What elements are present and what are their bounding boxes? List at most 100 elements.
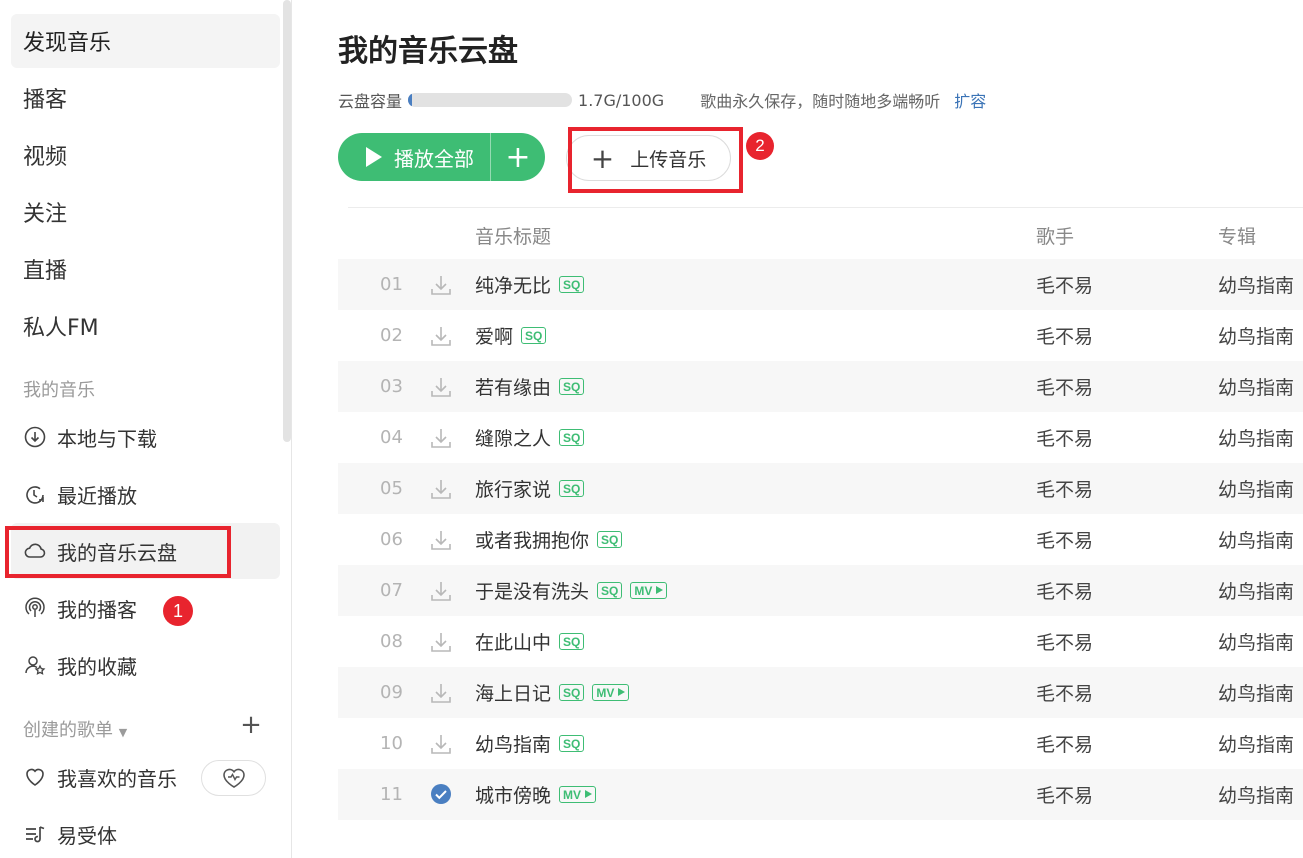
add-all-to-queue-button[interactable]: +	[491, 140, 545, 175]
download-icon[interactable]	[430, 426, 452, 450]
song-artist[interactable]: 毛不易	[1036, 679, 1093, 706]
song-album[interactable]: 幼鸟指南	[1218, 577, 1294, 604]
song-album[interactable]: 幼鸟指南	[1218, 475, 1294, 502]
track-number: 06	[380, 529, 403, 550]
sq-badge: SQ	[559, 480, 585, 497]
heart-mode-button[interactable]	[201, 760, 266, 796]
song-list: 01 纯净无比 SQ 毛不易 幼鸟指南 02 爱啊 SQ 毛不易 幼鸟指南 03 若有缘由 SQ 毛不易幼…	[338, 259, 1303, 820]
header-artist[interactable]: 歌手	[1036, 222, 1074, 249]
download-icon[interactable]	[430, 273, 452, 297]
sidebar-item-label: 本地与下载	[57, 426, 157, 451]
play-icon	[366, 147, 382, 167]
sidebar-item-live[interactable]: 直播	[11, 242, 280, 296]
download-icon[interactable]	[430, 681, 452, 705]
table-row[interactable]: 04 缝隙之人 SQ 毛不易 幼鸟指南	[338, 412, 1303, 463]
table-row[interactable]: 08 在此山中 SQ 毛不易 幼鸟指南	[338, 616, 1303, 667]
table-row[interactable]: 05 旅行家说 SQ 毛不易 幼鸟指南	[338, 463, 1303, 514]
sq-badge: SQ	[559, 429, 585, 446]
song-title-text: 若有缘由	[475, 377, 552, 399]
song-title-text: 纯净无比	[475, 275, 552, 297]
download-icon[interactable]	[430, 630, 452, 654]
song-artist[interactable]: 毛不易	[1036, 424, 1093, 451]
sidebar-item-recent[interactable]: 最近播放	[11, 466, 280, 522]
song-artist[interactable]: 毛不易	[1036, 271, 1093, 298]
sidebar-item-label: 易受体	[57, 823, 117, 848]
create-playlist-button[interactable]: +	[240, 712, 262, 738]
track-number: 05	[380, 478, 403, 499]
track-number: 11	[380, 784, 403, 805]
sq-badge: SQ	[559, 378, 585, 395]
song-title[interactable]: 于是没有洗头 SQ MV	[475, 577, 668, 604]
download-icon[interactable]	[430, 324, 452, 348]
header-album[interactable]: 专辑	[1218, 222, 1256, 249]
song-title[interactable]: 缝隙之人 SQ	[475, 424, 585, 451]
sidebar-item-fm[interactable]: 私人FM	[11, 299, 280, 353]
song-title[interactable]: 若有缘由 SQ	[475, 373, 585, 400]
sidebar-item-discover[interactable]: 发现音乐	[11, 14, 280, 68]
song-title[interactable]: 纯净无比 SQ	[475, 271, 585, 298]
play-all-button[interactable]: 播放全部	[338, 133, 491, 181]
mv-badge[interactable]: MV	[592, 684, 630, 701]
song-album[interactable]: 幼鸟指南	[1218, 679, 1294, 706]
song-album[interactable]: 幼鸟指南	[1218, 781, 1294, 808]
download-icon[interactable]	[430, 732, 452, 756]
sidebar-item-collection[interactable]: 我的收藏	[11, 637, 280, 693]
track-number: 01	[380, 274, 403, 295]
download-icon[interactable]	[430, 528, 452, 552]
capacity-bar-fill	[408, 93, 413, 107]
sidebar-item-label: 视频	[23, 145, 68, 170]
annotation-box-upload	[568, 127, 743, 193]
song-artist[interactable]: 毛不易	[1036, 781, 1093, 808]
downloaded-check-icon[interactable]	[430, 783, 452, 807]
song-title[interactable]: 或者我拥抱你 SQ	[475, 526, 623, 553]
download-icon[interactable]	[430, 579, 452, 603]
song-artist[interactable]: 毛不易	[1036, 577, 1093, 604]
track-number: 09	[380, 682, 403, 703]
sq-badge: SQ	[559, 276, 585, 293]
download-icon[interactable]	[430, 477, 452, 501]
download-icon[interactable]	[430, 375, 452, 399]
song-artist[interactable]: 毛不易	[1036, 526, 1093, 553]
sidebar-scrollbar[interactable]	[283, 0, 291, 442]
song-title[interactable]: 旅行家说 SQ	[475, 475, 585, 502]
song-artist[interactable]: 毛不易	[1036, 373, 1093, 400]
song-album[interactable]: 幼鸟指南	[1218, 730, 1294, 757]
song-title[interactable]: 在此山中 SQ	[475, 628, 585, 655]
table-row[interactable]: 10 幼鸟指南 SQ 毛不易 幼鸟指南	[338, 718, 1303, 769]
sidebar-item-podcast[interactable]: 播客	[11, 71, 280, 125]
header-title[interactable]: 音乐标题	[475, 222, 551, 249]
song-artist[interactable]: 毛不易	[1036, 475, 1093, 502]
table-row[interactable]: 07 于是没有洗头 SQ MV 毛不易 幼鸟指南	[338, 565, 1303, 616]
song-artist[interactable]: 毛不易	[1036, 628, 1093, 655]
song-artist[interactable]: 毛不易	[1036, 322, 1093, 349]
table-row[interactable]: 11 城市傍晚 MV 毛不易 幼鸟指南	[338, 769, 1303, 820]
collection-user-icon	[23, 653, 47, 677]
expand-capacity-link[interactable]: 扩容	[954, 88, 986, 112]
my-music-section-title: 我的音乐	[23, 380, 95, 401]
song-album[interactable]: 幼鸟指南	[1218, 628, 1294, 655]
sidebar-item-my-podcast[interactable]: 我的播客	[11, 580, 280, 636]
table-row[interactable]: 02 爱啊 SQ 毛不易 幼鸟指南	[338, 310, 1303, 361]
table-row[interactable]: 09 海上日记 SQ MV 毛不易 幼鸟指南	[338, 667, 1303, 718]
table-row[interactable]: 03 若有缘由 SQ 毛不易 幼鸟指南	[338, 361, 1303, 412]
created-playlists-title[interactable]: 创建的歌单 ▼	[23, 716, 127, 742]
song-album[interactable]: 幼鸟指南	[1218, 322, 1294, 349]
table-row[interactable]: 01 纯净无比 SQ 毛不易 幼鸟指南	[338, 259, 1303, 310]
sidebar-item-local-download[interactable]: 本地与下载	[11, 409, 280, 465]
song-title[interactable]: 爱啊 SQ	[475, 322, 547, 349]
song-album[interactable]: 幼鸟指南	[1218, 424, 1294, 451]
song-title[interactable]: 城市傍晚 MV	[475, 781, 597, 808]
song-album[interactable]: 幼鸟指南	[1218, 271, 1294, 298]
song-artist[interactable]: 毛不易	[1036, 730, 1093, 757]
mv-badge[interactable]: MV	[559, 786, 597, 803]
mv-badge[interactable]: MV	[630, 582, 668, 599]
song-album[interactable]: 幼鸟指南	[1218, 526, 1294, 553]
sidebar-item-video[interactable]: 视频	[11, 128, 280, 182]
sidebar-item-follow[interactable]: 关注	[11, 185, 280, 239]
sidebar-item-playlist-yishouti[interactable]: 易受体	[11, 806, 280, 858]
song-title[interactable]: 海上日记 SQ MV	[475, 679, 630, 706]
song-title[interactable]: 幼鸟指南 SQ	[475, 730, 585, 757]
table-row[interactable]: 06 或者我拥抱你 SQ 毛不易 幼鸟指南	[338, 514, 1303, 565]
song-album[interactable]: 幼鸟指南	[1218, 373, 1294, 400]
track-number: 03	[380, 376, 403, 397]
